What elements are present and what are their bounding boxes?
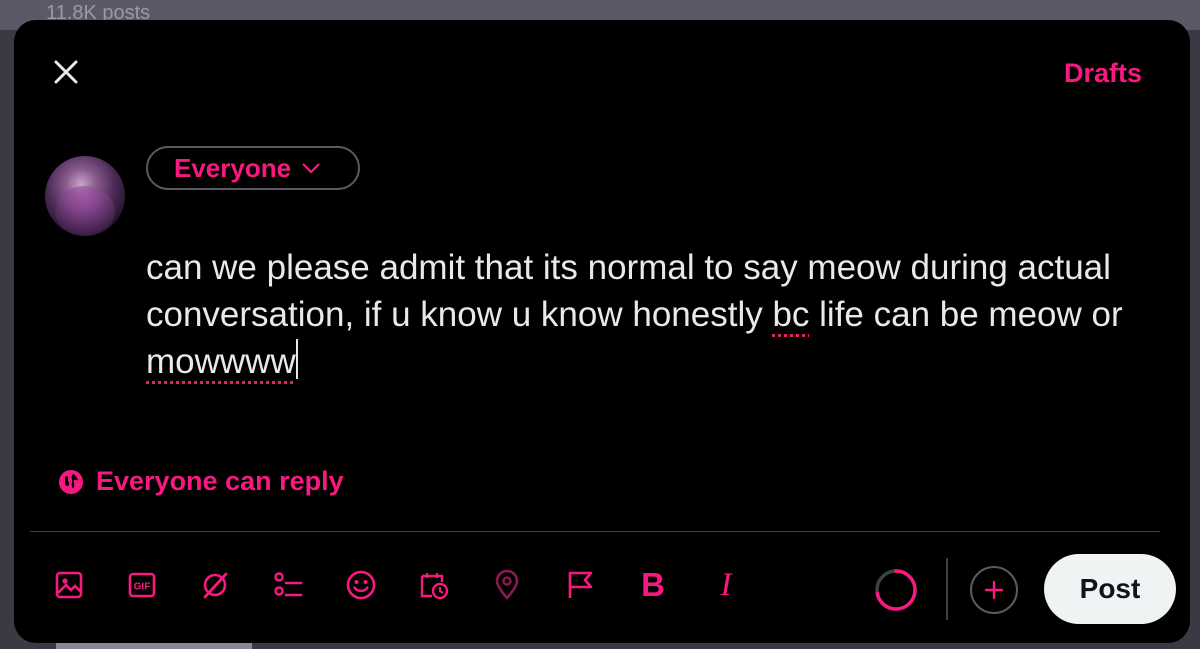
audience-label: Everyone	[174, 152, 292, 183]
text-caret	[295, 339, 298, 379]
toolbar-separator	[946, 558, 948, 620]
gif-button[interactable]: GIF	[125, 568, 159, 602]
compose-textarea[interactable]: can we please admit that its normal to s…	[146, 244, 1166, 385]
divider	[30, 531, 1160, 532]
flag-icon	[568, 571, 593, 598]
poll-icon	[274, 572, 303, 597]
gif-icon: GIF	[128, 572, 156, 598]
bold-icon: B	[641, 566, 665, 603]
character-progress-ring	[875, 569, 917, 611]
grok-icon	[203, 572, 228, 599]
media-icon	[55, 571, 83, 599]
grok-button[interactable]	[198, 568, 232, 602]
audience-selector[interactable]: Everyone	[146, 146, 360, 190]
reply-setting-button[interactable]: Everyone can reply	[58, 466, 344, 497]
location-button[interactable]	[490, 568, 524, 602]
compose-text-part: life can be meow or	[809, 295, 1123, 334]
chevron-down-icon	[302, 163, 320, 174]
italic-icon: I	[720, 567, 732, 603]
schedule-icon	[420, 573, 449, 600]
post-button[interactable]: Post	[1044, 554, 1176, 624]
schedule-button[interactable]	[417, 568, 451, 602]
close-icon	[54, 60, 78, 84]
media-button[interactable]	[52, 568, 86, 602]
add-post-button[interactable]	[970, 566, 1018, 614]
compose-modal: Drafts Everyone can we please admit that…	[14, 20, 1190, 643]
misspelled-word: bc	[772, 295, 810, 334]
emoji-button[interactable]	[344, 568, 378, 602]
italic-button[interactable]: I	[709, 568, 743, 602]
globe-icon	[59, 469, 83, 494]
reply-setting-label: Everyone can reply	[96, 466, 344, 496]
location-icon	[495, 569, 519, 600]
poll-button[interactable]	[271, 568, 305, 602]
plus-icon	[984, 580, 1004, 600]
misspelled-word: mowwww	[146, 342, 296, 381]
avatar[interactable]	[45, 156, 125, 236]
drafts-button[interactable]: Drafts	[1064, 58, 1142, 89]
close-button[interactable]	[50, 56, 82, 88]
emoji-icon	[346, 570, 376, 600]
bold-button[interactable]: B	[636, 568, 670, 602]
compose-toolbar: GIF B I	[52, 568, 782, 602]
gif-label: GIF	[134, 582, 151, 593]
flag-button[interactable]	[563, 568, 597, 602]
